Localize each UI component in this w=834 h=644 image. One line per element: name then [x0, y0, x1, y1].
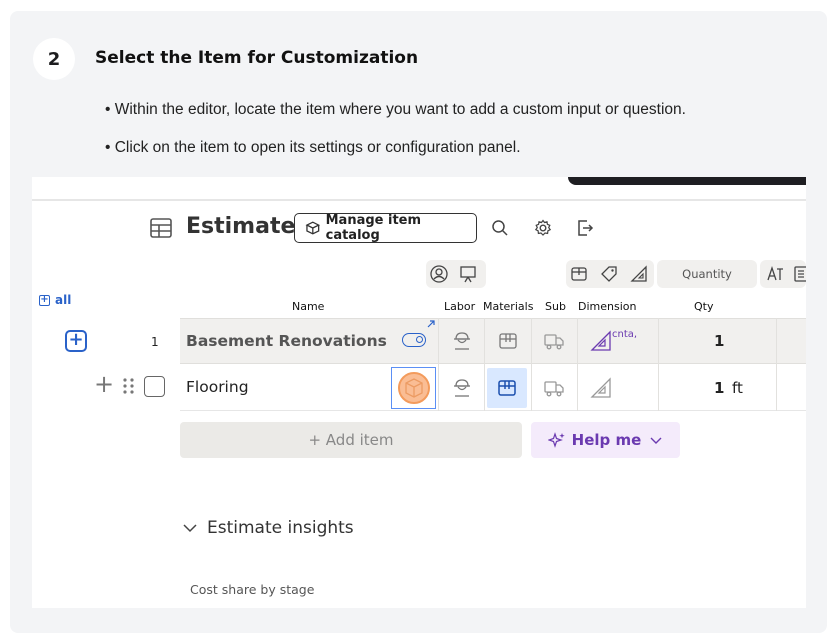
- estimate-insights-label: Estimate insights: [207, 518, 354, 538]
- estimate-insights-toggle[interactable]: Estimate insights: [182, 518, 354, 538]
- table-icon: [150, 218, 172, 238]
- chevron-down-icon: [183, 524, 197, 533]
- text-format-icon[interactable]: [764, 263, 786, 285]
- materials-box-icon[interactable]: [495, 376, 519, 400]
- drag-handle-icon[interactable]: [122, 376, 136, 396]
- cell-divider: [776, 318, 777, 411]
- dimension-ruler-icon[interactable]: [589, 329, 613, 353]
- sub-truck-icon[interactable]: [542, 376, 566, 400]
- help-me-button[interactable]: Help me: [531, 422, 680, 458]
- group-qty[interactable]: 1: [714, 332, 724, 350]
- box-icon[interactable]: [568, 263, 590, 285]
- ruler-icon[interactable]: [628, 263, 650, 285]
- list-icon[interactable]: [790, 263, 806, 285]
- materials-box-icon[interactable]: [496, 329, 520, 353]
- row-number: 1: [151, 335, 159, 349]
- gear-icon[interactable]: [534, 219, 552, 237]
- app-screenshot: Estimate Manage item catalog Quantity + …: [32, 177, 806, 608]
- chevron-down-icon: [650, 437, 662, 444]
- tag-icon[interactable]: [598, 263, 620, 285]
- click-indicator: [398, 372, 430, 404]
- manage-catalog-button[interactable]: Manage item catalog: [294, 213, 477, 243]
- col-header-materials[interactable]: Materials: [483, 300, 533, 313]
- item-unit[interactable]: ft: [732, 379, 743, 397]
- labor-worker-icon[interactable]: [450, 376, 474, 400]
- presentation-icon[interactable]: [457, 263, 479, 285]
- page-title: Estimate: [186, 214, 296, 239]
- col-header-sub[interactable]: Sub: [545, 300, 566, 313]
- step-number-badge: 2: [33, 38, 75, 80]
- labor-header-icon[interactable]: [428, 263, 450, 285]
- select-all-label: all: [55, 293, 72, 307]
- expand-arrow-icon[interactable]: [426, 319, 436, 329]
- col-header-labor[interactable]: Labor: [444, 300, 475, 313]
- manage-catalog-label: Manage item catalog: [325, 213, 422, 243]
- add-item-button[interactable]: + Add item: [180, 422, 522, 458]
- col-header-dimension[interactable]: Dimension: [578, 300, 636, 313]
- group-name[interactable]: Basement Renovations: [186, 332, 387, 350]
- instruction-bullet-1: • Within the editor, locate the item whe…: [105, 101, 686, 118]
- cell-divider: [577, 318, 578, 411]
- cell-divider: [658, 318, 659, 411]
- cell-divider: [438, 318, 439, 411]
- sub-truck-icon[interactable]: [542, 329, 566, 353]
- col-header-qty[interactable]: Qty: [694, 300, 713, 313]
- dimension-note: cnta,: [612, 329, 638, 340]
- search-icon[interactable]: [491, 219, 509, 237]
- select-all-toggle[interactable]: + all: [39, 293, 71, 307]
- labor-worker-icon[interactable]: [450, 329, 474, 353]
- expand-all-icon: +: [39, 293, 50, 306]
- row-checkbox[interactable]: [144, 376, 165, 397]
- add-group-button[interactable]: +: [65, 330, 87, 352]
- col-header-name[interactable]: Name: [292, 300, 324, 313]
- dimension-ruler-icon[interactable]: [589, 376, 613, 400]
- catalog-icon: [305, 221, 321, 235]
- step-title: Select the Item for Customization: [95, 48, 419, 68]
- add-row-icon[interactable]: +: [94, 372, 114, 396]
- help-me-label: Help me: [571, 431, 642, 449]
- item-qty[interactable]: 1: [714, 379, 724, 397]
- sparkle-icon: [547, 432, 565, 448]
- divider: [32, 199, 806, 201]
- cell-divider: [484, 318, 485, 411]
- item-name[interactable]: Flooring: [186, 378, 249, 396]
- instruction-bullet-2: • Click on the item to open its settings…: [105, 139, 521, 156]
- quantity-pill[interactable]: Quantity: [657, 260, 757, 288]
- export-icon[interactable]: [576, 219, 594, 237]
- group-toggle[interactable]: [402, 333, 426, 347]
- top-dark-bar: [568, 177, 806, 185]
- cost-share-heading: Cost share by stage: [190, 582, 315, 597]
- cell-divider: [531, 318, 532, 411]
